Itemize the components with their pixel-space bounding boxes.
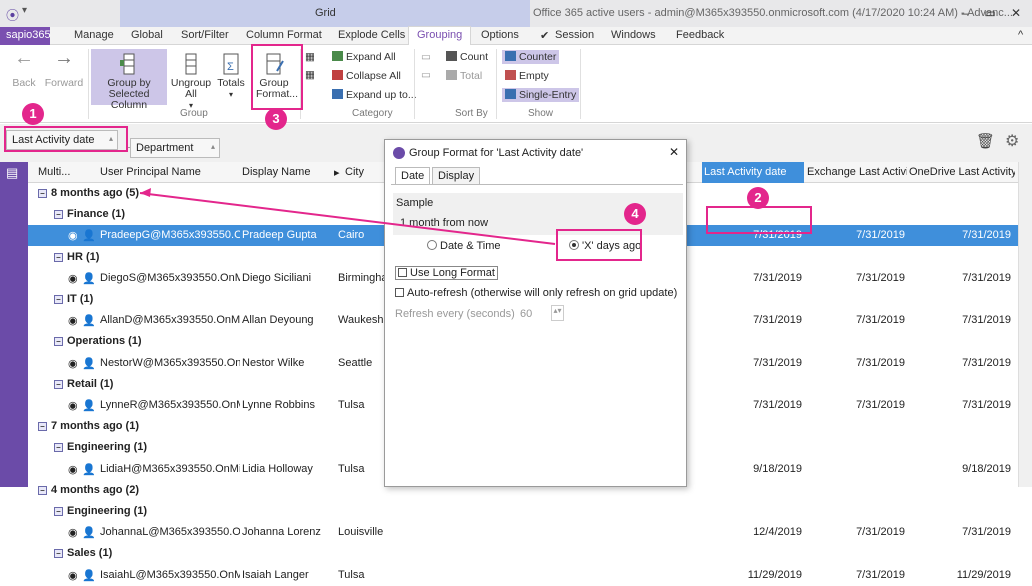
- cell-last-activity: 11/29/2019: [747, 568, 802, 581]
- row-status-icon: ◉: [68, 569, 78, 582]
- collapse-toggle-icon[interactable]: –: [54, 507, 63, 516]
- highlight-group-format: [251, 44, 303, 110]
- cell-onedrive-last: 11/29/2019: [956, 568, 1011, 581]
- annotation-arrow: [139, 192, 556, 245]
- table-row[interactable]: ◉ 👤 IsaiahL@M365x393550.OnMicroIsaiah Lang…: [28, 565, 1018, 586]
- cell-display-name: Isaiah Langer: [242, 568, 309, 581]
- group-label: – Engineering (1): [54, 505, 147, 517]
- row-status-icon: ◉: [68, 527, 78, 540]
- cell-upn: IsaiahL@M365x393550.OnMicro: [100, 568, 240, 581]
- cell-city: Tulsa: [338, 568, 365, 581]
- cell-last-activity: 12/4/2019: [753, 526, 802, 539]
- group-label-text: Engineering (1): [67, 505, 148, 517]
- user-icon: 👤: [82, 569, 96, 582]
- table-row[interactable]: ◉ 👤 JohannaL@M365x393550.OnMicJohanna Lore…: [28, 522, 1018, 543]
- highlight-chip: [4, 126, 128, 152]
- cell-exchange-last: 7/31/2019: [856, 526, 905, 539]
- cell-city: Louisville: [338, 526, 384, 539]
- highlight-last-activity: [706, 206, 812, 234]
- callout-3: 3: [265, 108, 287, 130]
- annotation-layer: [139, 188, 556, 245]
- group-row-level2[interactable]: – Engineering (1): [28, 501, 1018, 522]
- group-label-text: Sales (1): [67, 547, 113, 560]
- callout-4: 4: [624, 203, 646, 225]
- cell-display-name: Johanna Lorenz: [242, 526, 321, 539]
- callout-2: 2: [747, 187, 769, 209]
- user-icon: 👤: [82, 527, 96, 540]
- group-label: – Sales (1): [54, 547, 112, 559]
- callout-1: 1: [22, 103, 44, 125]
- collapse-toggle-icon[interactable]: –: [38, 485, 47, 495]
- cell-exchange-last: 7/31/2019: [856, 568, 905, 581]
- cell-onedrive-last: 7/31/2019: [962, 526, 1011, 539]
- group-row-level2[interactable]: – Sales (1): [28, 543, 1018, 564]
- cell-upn: JohannaL@M365x393550.OnMic: [100, 526, 240, 539]
- collapse-toggle-icon[interactable]: –: [54, 549, 63, 559]
- annotation-arrowhead: [140, 188, 151, 197]
- highlight-days-ago: [556, 229, 642, 261]
